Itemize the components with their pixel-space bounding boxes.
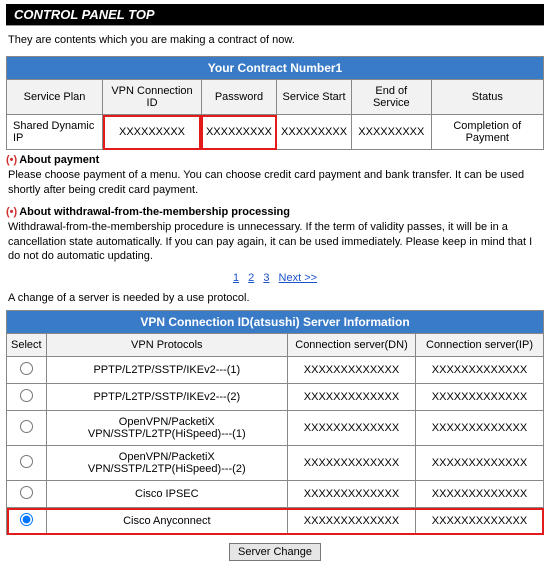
note-payment-title: About payment	[6, 154, 544, 166]
server-select-radio[interactable]	[20, 486, 33, 499]
cell-vpnid: XXXXXXXXX	[103, 115, 202, 150]
note-payment-body: Please choose payment of a menu. You can…	[8, 168, 542, 198]
server-note: A change of a server is needed by a use …	[8, 292, 542, 304]
cell-start: XXXXXXXXX	[277, 115, 352, 150]
col-status: Status	[431, 80, 543, 115]
server-row-ip: XXXXXXXXXXXXX	[416, 508, 544, 535]
note-withdraw-title: About withdrawal-from-the-membership pro…	[6, 206, 544, 218]
contract-header: Your Contract Number1	[7, 57, 544, 80]
cell-pass: XXXXXXXXX	[201, 115, 276, 150]
server-row-select-cell	[7, 481, 47, 508]
cell-plan: Shared Dynamic IP	[7, 115, 103, 150]
server-row-dn: XXXXXXXXXXXXX	[288, 481, 416, 508]
page-3-link[interactable]: 3	[263, 272, 269, 284]
server-change-button[interactable]: Server Change	[229, 543, 321, 561]
server-row: OpenVPN/PacketiX VPN/SSTP/L2TP(HiSpeed)-…	[7, 446, 544, 481]
server-row-proto: Cisco Anyconnect	[46, 508, 287, 535]
server-row-ip: XXXXXXXXXXXXX	[416, 384, 544, 411]
server-select-radio[interactable]	[20, 455, 33, 468]
server-select-radio[interactable]	[20, 362, 33, 375]
server-row: Cisco AnyconnectXXXXXXXXXXXXXXXXXXXXXXXX…	[7, 508, 544, 535]
server-row-ip: XXXXXXXXXXXXX	[416, 446, 544, 481]
col-select: Select	[7, 334, 47, 357]
server-row: PPTP/L2TP/SSTP/IKEv2---(1)XXXXXXXXXXXXXX…	[7, 357, 544, 384]
server-row-select-cell	[7, 508, 47, 535]
server-table: VPN Connection ID(atsushi) Server Inform…	[6, 310, 544, 535]
server-row-proto: OpenVPN/PacketiX VPN/SSTP/L2TP(HiSpeed)-…	[46, 411, 287, 446]
pager: 1 2 3 Next >>	[6, 272, 544, 284]
contract-columns: Service Plan VPN Connection ID Password …	[7, 80, 544, 115]
server-row-proto: PPTP/L2TP/SSTP/IKEv2---(1)	[46, 357, 287, 384]
col-end: End of Service	[352, 80, 432, 115]
page-title: CONTROL PANEL TOP	[6, 4, 544, 26]
server-row-dn: XXXXXXXXXXXXX	[288, 357, 416, 384]
server-row-proto: PPTP/L2TP/SSTP/IKEv2---(2)	[46, 384, 287, 411]
page-1-link[interactable]: 1	[233, 272, 239, 284]
server-row-dn: XXXXXXXXXXXXX	[288, 446, 416, 481]
contract-row: Shared Dynamic IP XXXXXXXXX XXXXXXXXX XX…	[7, 115, 544, 150]
server-row-select-cell	[7, 411, 47, 446]
server-row-dn: XXXXXXXXXXXXX	[288, 411, 416, 446]
server-row-ip: XXXXXXXXXXXXX	[416, 481, 544, 508]
col-ip: Connection server(IP)	[416, 334, 544, 357]
server-select-radio[interactable]	[20, 513, 33, 526]
col-plan: Service Plan	[7, 80, 103, 115]
note-withdraw-body: Withdrawal-from-the-membership procedure…	[8, 220, 542, 265]
col-start: Service Start	[277, 80, 352, 115]
server-row: PPTP/L2TP/SSTP/IKEv2---(2)XXXXXXXXXXXXXX…	[7, 384, 544, 411]
server-row-select-cell	[7, 384, 47, 411]
server-row-ip: XXXXXXXXXXXXX	[416, 411, 544, 446]
server-row-dn: XXXXXXXXXXXXX	[288, 508, 416, 535]
server-row-ip: XXXXXXXXXXXXX	[416, 357, 544, 384]
server-columns: Select VPN Protocols Connection server(D…	[7, 334, 544, 357]
server-header-row: VPN Connection ID(atsushi) Server Inform…	[7, 311, 544, 334]
col-proto: VPN Protocols	[46, 334, 287, 357]
server-row-dn: XXXXXXXXXXXXX	[288, 384, 416, 411]
server-row: Cisco IPSECXXXXXXXXXXXXXXXXXXXXXXXXXX	[7, 481, 544, 508]
contract-table: Your Contract Number1 Service Plan VPN C…	[6, 56, 544, 150]
col-dn: Connection server(DN)	[288, 334, 416, 357]
col-pass: Password	[201, 80, 276, 115]
contract-header-row: Your Contract Number1	[7, 57, 544, 80]
col-vpnid: VPN Connection ID	[103, 80, 202, 115]
server-select-radio[interactable]	[20, 389, 33, 402]
server-select-radio[interactable]	[20, 420, 33, 433]
server-header: VPN Connection ID(atsushi) Server Inform…	[7, 311, 544, 334]
server-row-proto: OpenVPN/PacketiX VPN/SSTP/L2TP(HiSpeed)-…	[46, 446, 287, 481]
cell-end: XXXXXXXXX	[352, 115, 432, 150]
server-row-proto: Cisco IPSEC	[46, 481, 287, 508]
intro-text: They are contents which you are making a…	[8, 34, 542, 46]
server-row: OpenVPN/PacketiX VPN/SSTP/L2TP(HiSpeed)-…	[7, 411, 544, 446]
server-row-select-cell	[7, 357, 47, 384]
page-2-link[interactable]: 2	[248, 272, 254, 284]
cell-status: Completion of Payment	[431, 115, 543, 150]
page-next-link[interactable]: Next >>	[279, 272, 318, 284]
server-row-select-cell	[7, 446, 47, 481]
